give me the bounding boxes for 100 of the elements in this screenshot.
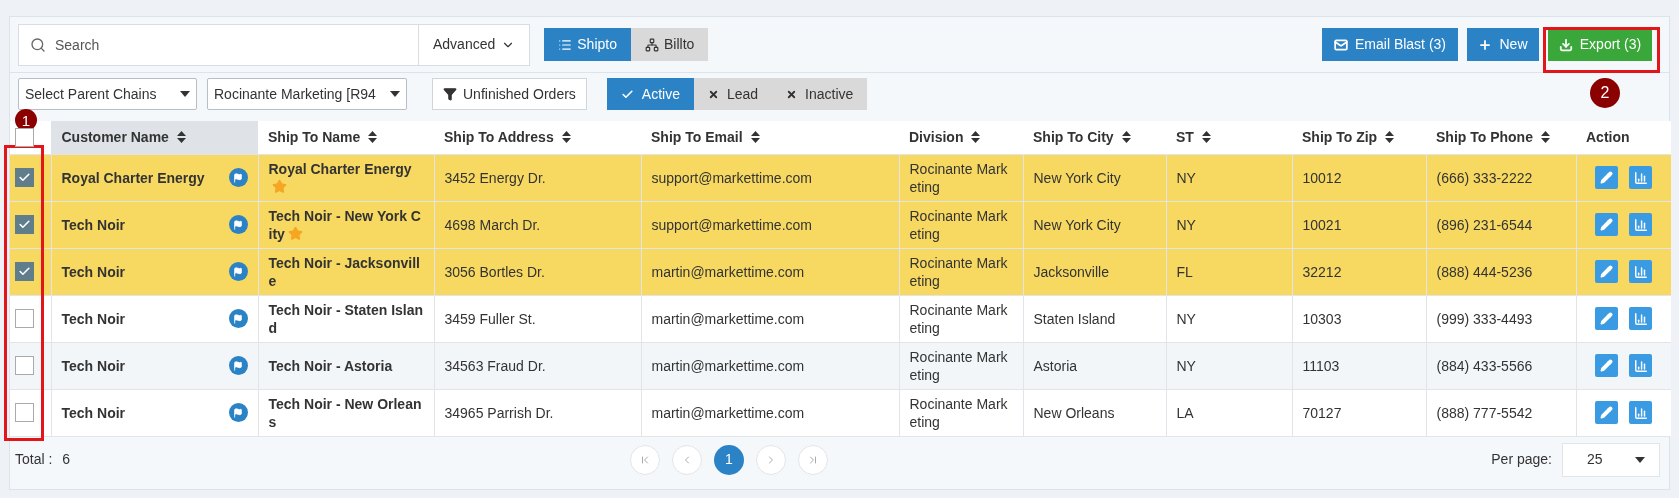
table-cell: 10303 bbox=[1302, 310, 1342, 327]
table-cell: 11103 bbox=[1302, 357, 1340, 374]
step-marker: 2 bbox=[1590, 78, 1620, 108]
total-label: Total : bbox=[15, 450, 53, 469]
chart-button[interactable] bbox=[1629, 166, 1653, 189]
sort-icon[interactable] bbox=[176, 131, 186, 144]
row-checkbox[interactable] bbox=[15, 262, 34, 281]
column-header[interactable]: Division bbox=[899, 121, 1023, 154]
column-label: Division bbox=[909, 127, 964, 147]
caret-icon bbox=[180, 91, 190, 97]
table-cell: Tech Noir bbox=[61, 215, 126, 234]
status-toggle[interactable]: Lead bbox=[693, 78, 773, 110]
table-cell: Rocinante Marketing bbox=[909, 254, 1008, 289]
flag-icon[interactable] bbox=[228, 309, 248, 328]
filter-icon bbox=[443, 87, 457, 101]
email-button[interactable]: Email Blast (3) bbox=[1322, 28, 1458, 61]
page-button[interactable]: 1 bbox=[714, 444, 744, 475]
flag-glyph-icon bbox=[233, 313, 243, 324]
flag-icon[interactable] bbox=[228, 403, 248, 423]
caret-icon bbox=[1635, 456, 1645, 463]
status-toggle[interactable]: Inactive bbox=[772, 78, 868, 110]
sort-icon[interactable] bbox=[750, 131, 760, 144]
search-field[interactable]: Search bbox=[18, 23, 418, 66]
pencil-icon bbox=[1600, 312, 1614, 325]
sort-icon[interactable] bbox=[971, 131, 981, 144]
view-tab[interactable]: Shipto bbox=[544, 28, 631, 61]
table-cell: 4698 March Dr. bbox=[444, 216, 541, 233]
check-icon bbox=[620, 87, 634, 101]
chart-button[interactable] bbox=[1629, 260, 1653, 283]
column-label: Action bbox=[1586, 127, 1630, 147]
edit-button[interactable] bbox=[1595, 401, 1619, 425]
row-checkbox[interactable] bbox=[15, 309, 34, 328]
table-cell: 10021 bbox=[1302, 216, 1342, 233]
chart-button[interactable] bbox=[1629, 401, 1653, 425]
row-checkbox[interactable] bbox=[15, 403, 34, 423]
flag-icon[interactable] bbox=[228, 262, 248, 281]
edit-button[interactable] bbox=[1595, 307, 1619, 330]
column-header[interactable]: Ship To Zip bbox=[1292, 121, 1426, 154]
check-icon bbox=[18, 265, 31, 278]
column-header[interactable]: Ship To Address bbox=[434, 121, 641, 154]
table-cell: Tech Noir bbox=[61, 262, 126, 281]
table-cell: 3452 Energy Dr. bbox=[444, 169, 546, 186]
first-page-icon bbox=[639, 453, 651, 466]
column-header[interactable]: Ship To Name bbox=[258, 121, 434, 154]
table-cell: Rocinante Marketing bbox=[909, 160, 1008, 195]
sort-icon[interactable] bbox=[1540, 131, 1550, 144]
select-all-checkbox[interactable] bbox=[15, 127, 34, 147]
edit-button[interactable] bbox=[1595, 166, 1619, 189]
table-cell: New York City bbox=[1033, 216, 1121, 233]
table-cell: 3056 Bortles Dr. bbox=[444, 263, 545, 280]
edit-button[interactable] bbox=[1595, 260, 1619, 283]
sort-icon[interactable] bbox=[368, 131, 378, 144]
table-cell: Tech Noir bbox=[61, 403, 126, 422]
unfinished-orders-button[interactable]: Unfinished Orders bbox=[432, 78, 587, 110]
column-label: ST bbox=[1176, 127, 1194, 147]
pencil-icon bbox=[1600, 171, 1614, 184]
column-header[interactable]: Ship To Phone bbox=[1426, 121, 1576, 154]
division-dropdown[interactable]: Rocinante Marketing [R94 bbox=[207, 78, 407, 110]
chart-button[interactable] bbox=[1629, 354, 1653, 377]
sort-icon[interactable] bbox=[1385, 131, 1395, 144]
status-toggle[interactable]: Active bbox=[606, 78, 694, 110]
view-tab[interactable]: Billto bbox=[631, 28, 709, 61]
edit-button[interactable] bbox=[1595, 354, 1619, 377]
envelope-icon bbox=[1334, 37, 1348, 52]
column-header[interactable]: Ship To City bbox=[1023, 121, 1166, 154]
flag-icon[interactable] bbox=[228, 356, 248, 375]
advanced-dropdown[interactable]: Advanced bbox=[418, 23, 531, 66]
sort-icon[interactable] bbox=[1201, 131, 1211, 144]
row-checkbox[interactable] bbox=[15, 356, 34, 375]
parent-chains-dropdown[interactable]: Select Parent Chains bbox=[18, 78, 197, 110]
bar-chart-icon bbox=[1633, 358, 1648, 373]
column-label: Ship To City bbox=[1033, 127, 1114, 147]
column-label: Ship To Name bbox=[268, 127, 361, 147]
per-page-dropdown[interactable]: 25 bbox=[1562, 442, 1660, 477]
column-header[interactable]: Customer Name bbox=[51, 121, 258, 154]
table-cell: (888) 444-5236 bbox=[1436, 263, 1533, 280]
search-icon bbox=[30, 36, 46, 53]
close-icon bbox=[786, 88, 798, 100]
edit-button[interactable] bbox=[1595, 213, 1619, 236]
sort-icon[interactable] bbox=[1121, 131, 1131, 144]
flag-glyph-icon bbox=[233, 266, 243, 277]
column-label: Ship To Zip bbox=[1302, 127, 1378, 147]
flag-icon[interactable] bbox=[228, 168, 248, 187]
column-label: Ship To Address bbox=[444, 127, 554, 147]
close-icon bbox=[707, 88, 719, 100]
row-checkbox[interactable] bbox=[15, 168, 34, 187]
bar-chart-icon bbox=[1633, 264, 1648, 279]
flag-icon[interactable] bbox=[228, 215, 248, 234]
table-cell: Rocinante Marketing bbox=[909, 348, 1008, 383]
row-checkbox[interactable] bbox=[15, 215, 34, 234]
table-cell: support@markettime.com bbox=[651, 216, 812, 233]
table-cell: martin@markettime.com bbox=[651, 310, 805, 327]
sitemap-icon bbox=[645, 37, 659, 52]
chart-button[interactable] bbox=[1629, 307, 1653, 330]
column-header[interactable]: Ship To Email bbox=[641, 121, 899, 154]
column-header[interactable]: ST bbox=[1166, 121, 1292, 154]
sort-icon[interactable] bbox=[561, 131, 571, 144]
chart-button[interactable] bbox=[1629, 213, 1653, 236]
table-cell: Jacksonville bbox=[1033, 263, 1109, 280]
new-button[interactable]: New bbox=[1467, 28, 1539, 61]
